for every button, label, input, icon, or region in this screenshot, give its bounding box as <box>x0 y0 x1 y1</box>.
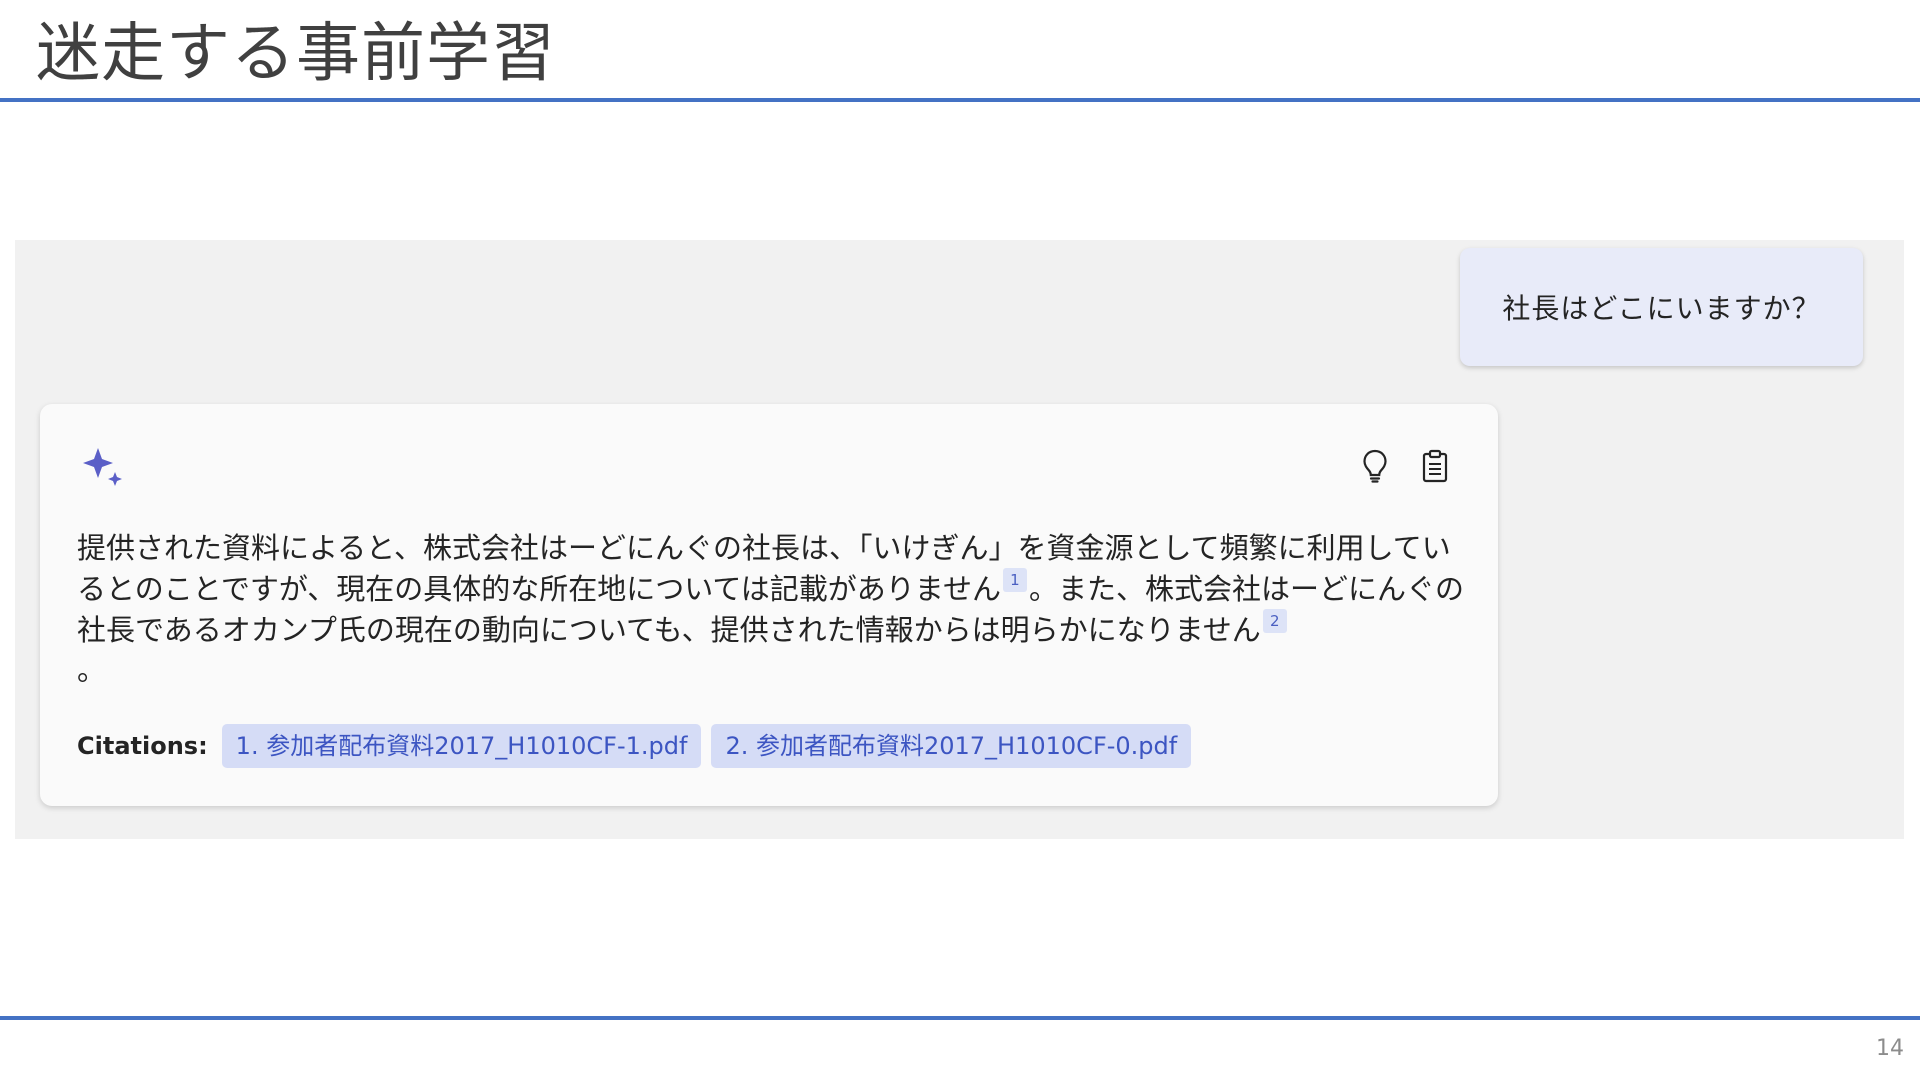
slide-title: 迷走する事前学習 <box>36 17 556 91</box>
title-divider <box>0 98 1920 102</box>
answer-actions <box>1360 448 1450 484</box>
citation-chip-1[interactable]: 1. 参加者配布資料2017_H1010CF-1.pdf <box>221 724 702 768</box>
answer-segment: 。 <box>77 653 107 687</box>
citations-label: Citations: <box>77 732 208 760</box>
citation-chip-2[interactable]: 2. 参加者配布資料2017_H1010CF-0.pdf <box>711 724 1192 768</box>
citation-ref-1[interactable]: 1 <box>1002 568 1027 592</box>
lightbulb-icon[interactable] <box>1360 448 1390 484</box>
clipboard-icon[interactable] <box>1420 448 1450 484</box>
page-number: 14 <box>1876 1036 1904 1061</box>
user-message-text: 社長はどこにいますか？ <box>1502 292 1821 325</box>
footer-divider <box>0 1016 1920 1020</box>
slide: 迷走する事前学習 社長はどこにいますか？ 提供された資料によると、株式会社はーど… <box>0 0 1920 1080</box>
citation-ref-2[interactable]: 2 <box>1262 609 1287 633</box>
assistant-answer-card: 提供された資料によると、株式会社はーどにんぐの社長は、「いけぎん」を資金源として… <box>40 404 1498 806</box>
chat-area[interactable]: 社長はどこにいますか？ 提供された資料によると、株式会社はーどにんぐの社長は、「… <box>15 240 1904 839</box>
answer-text: 提供された資料によると、株式会社はーどにんぐの社長は、「いけぎん」を資金源として… <box>77 528 1477 690</box>
sparkle-icon <box>83 448 122 486</box>
citations-row: Citations: 1. 参加者配布資料2017_H1010CF-1.pdf … <box>77 724 1192 768</box>
user-message-bubble: 社長はどこにいますか？ <box>1460 248 1863 366</box>
